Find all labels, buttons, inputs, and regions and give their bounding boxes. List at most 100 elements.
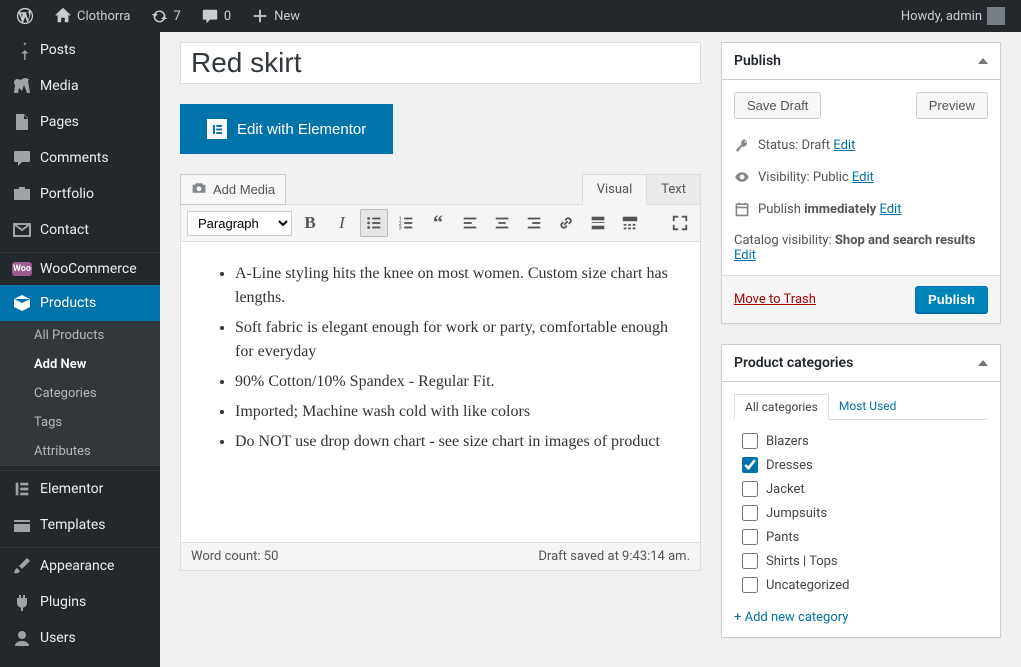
submenu-attributes[interactable]: Attributes <box>0 437 160 466</box>
sidebar-item-pages[interactable]: Pages <box>0 104 160 140</box>
elementor-logo-icon <box>207 119 227 139</box>
content-bullet[interactable]: A-Line styling hits the knee on most wom… <box>235 262 670 310</box>
publish-button[interactable]: Publish <box>915 286 988 313</box>
products-submenu: All Products Add New Categories Tags Att… <box>0 321 160 466</box>
sidebar-item-appearance[interactable]: Appearance <box>0 548 160 584</box>
category-item[interactable]: Dresses <box>734 454 988 478</box>
sidebar-item-templates[interactable]: Templates <box>0 507 160 543</box>
category-item[interactable]: Jumpsuits <box>734 502 988 526</box>
woocommerce-icon: Woo <box>12 262 32 276</box>
camera-icon <box>191 180 207 199</box>
bold-button[interactable]: B <box>296 209 324 237</box>
align-right-button[interactable] <box>520 209 548 237</box>
category-label: Jumpsuits <box>766 506 827 521</box>
format-select[interactable]: Paragraph <box>187 211 292 236</box>
sidebar-item-comments[interactable]: Comments <box>0 140 160 176</box>
editor-tab-visual[interactable]: Visual <box>582 174 648 205</box>
key-icon <box>734 137 750 153</box>
publish-box-header[interactable]: Publish <box>722 43 1000 80</box>
edit-with-elementor-button[interactable]: Edit with Elementor <box>180 104 393 154</box>
sidebar-item-elementor[interactable]: Elementor <box>0 471 160 507</box>
howdy-text: Howdy, admin <box>901 9 982 24</box>
editor-content[interactable]: A-Line styling hits the knee on most wom… <box>181 242 700 542</box>
menu-label: Appearance <box>40 558 114 574</box>
category-item[interactable]: Pants <box>734 526 988 550</box>
elementor-btn-label: Edit with Elementor <box>237 121 366 138</box>
category-checkbox[interactable] <box>742 553 758 569</box>
content-bullet[interactable]: Soft fabric is elegant enough for work o… <box>235 316 670 364</box>
align-center-button[interactable] <box>488 209 516 237</box>
products-icon <box>12 293 32 313</box>
product-title-input[interactable] <box>180 42 701 84</box>
bullet-list-button[interactable] <box>360 209 388 237</box>
sidebar-item-users[interactable]: Users <box>0 620 160 656</box>
tab-most-used[interactable]: Most Used <box>829 394 907 419</box>
category-item[interactable]: Shirts | Tops <box>734 550 988 574</box>
mail-icon <box>12 220 32 240</box>
move-to-trash-link[interactable]: Move to Trash <box>734 292 816 307</box>
comment-icon <box>12 148 32 168</box>
edit-status-link[interactable]: Edit <box>833 138 855 153</box>
edit-visibility-link[interactable]: Edit <box>852 170 874 185</box>
sidebar-item-products[interactable]: Products <box>0 285 160 321</box>
category-item[interactable]: Uncategorized <box>734 574 988 598</box>
site-name-link[interactable]: Clothorra <box>46 0 139 32</box>
numbered-list-button[interactable]: 123 <box>392 209 420 237</box>
submenu-tags[interactable]: Tags <box>0 408 160 437</box>
collapse-icon <box>978 360 988 366</box>
comments-count: 0 <box>224 9 231 24</box>
howdy-account[interactable]: Howdy, admin <box>893 0 1013 32</box>
preview-button[interactable]: Preview <box>916 92 988 119</box>
submenu-all-products[interactable]: All Products <box>0 321 160 350</box>
category-checkbox[interactable] <box>742 433 758 449</box>
content-bullet[interactable]: Imported; Machine wash cold with like co… <box>235 400 670 424</box>
users-icon <box>12 628 32 648</box>
wordpress-icon <box>16 7 34 25</box>
sidebar-item-contact[interactable]: Contact <box>0 212 160 248</box>
updates-link[interactable]: 7 <box>143 0 189 32</box>
category-label: Shirts | Tops <box>766 554 838 569</box>
page-icon <box>12 112 32 132</box>
tab-all-categories[interactable]: All categories <box>734 394 829 420</box>
toolbar-toggle-button[interactable] <box>616 209 644 237</box>
categories-box-header[interactable]: Product categories <box>722 345 1000 382</box>
sidebar-item-posts[interactable]: Posts <box>0 32 160 68</box>
sidebar-item-plugins[interactable]: Plugins <box>0 584 160 620</box>
edit-catalog-link[interactable]: Edit <box>734 248 756 263</box>
category-checkbox[interactable] <box>742 481 758 497</box>
site-name: Clothorra <box>77 9 131 24</box>
new-content-link[interactable]: New <box>243 0 308 32</box>
edit-schedule-link[interactable]: Edit <box>879 202 901 217</box>
read-more-button[interactable] <box>584 209 612 237</box>
category-checkbox[interactable] <box>742 529 758 545</box>
new-label: New <box>274 9 300 24</box>
align-left-button[interactable] <box>456 209 484 237</box>
category-checkbox[interactable] <box>742 457 758 473</box>
pin-icon <box>12 40 32 60</box>
menu-label: Plugins <box>40 594 86 610</box>
sidebar-item-portfolio[interactable]: Portfolio <box>0 176 160 212</box>
comments-link[interactable]: 0 <box>193 0 239 32</box>
italic-button[interactable]: I <box>328 209 356 237</box>
category-item[interactable]: Blazers <box>734 430 988 454</box>
sidebar-item-woocommerce[interactable]: Woo WooCommerce <box>0 253 160 285</box>
blockquote-button[interactable]: “ <box>424 209 452 237</box>
content-bullet[interactable]: 90% Cotton/10% Spandex - Regular Fit. <box>235 370 670 394</box>
add-media-button[interactable]: Add Media <box>180 174 286 205</box>
link-button[interactable] <box>552 209 580 237</box>
menu-label: Users <box>40 630 76 646</box>
editor-tab-text[interactable]: Text <box>647 174 701 205</box>
submenu-add-new[interactable]: Add New <box>0 350 160 379</box>
submenu-categories[interactable]: Categories <box>0 379 160 408</box>
eye-icon <box>734 169 750 185</box>
content-bullet[interactable]: Do NOT use drop down chart - see size ch… <box>235 430 670 454</box>
wp-logo[interactable] <box>8 0 42 32</box>
category-checkbox[interactable] <box>742 505 758 521</box>
sidebar-item-media[interactable]: Media <box>0 68 160 104</box>
publish-heading: Publish <box>734 53 781 69</box>
category-checkbox[interactable] <box>742 577 758 593</box>
save-draft-button[interactable]: Save Draft <box>734 92 821 119</box>
fullscreen-button[interactable] <box>666 209 694 237</box>
add-new-category-link[interactable]: + Add new category <box>734 610 848 625</box>
category-item[interactable]: Jacket <box>734 478 988 502</box>
